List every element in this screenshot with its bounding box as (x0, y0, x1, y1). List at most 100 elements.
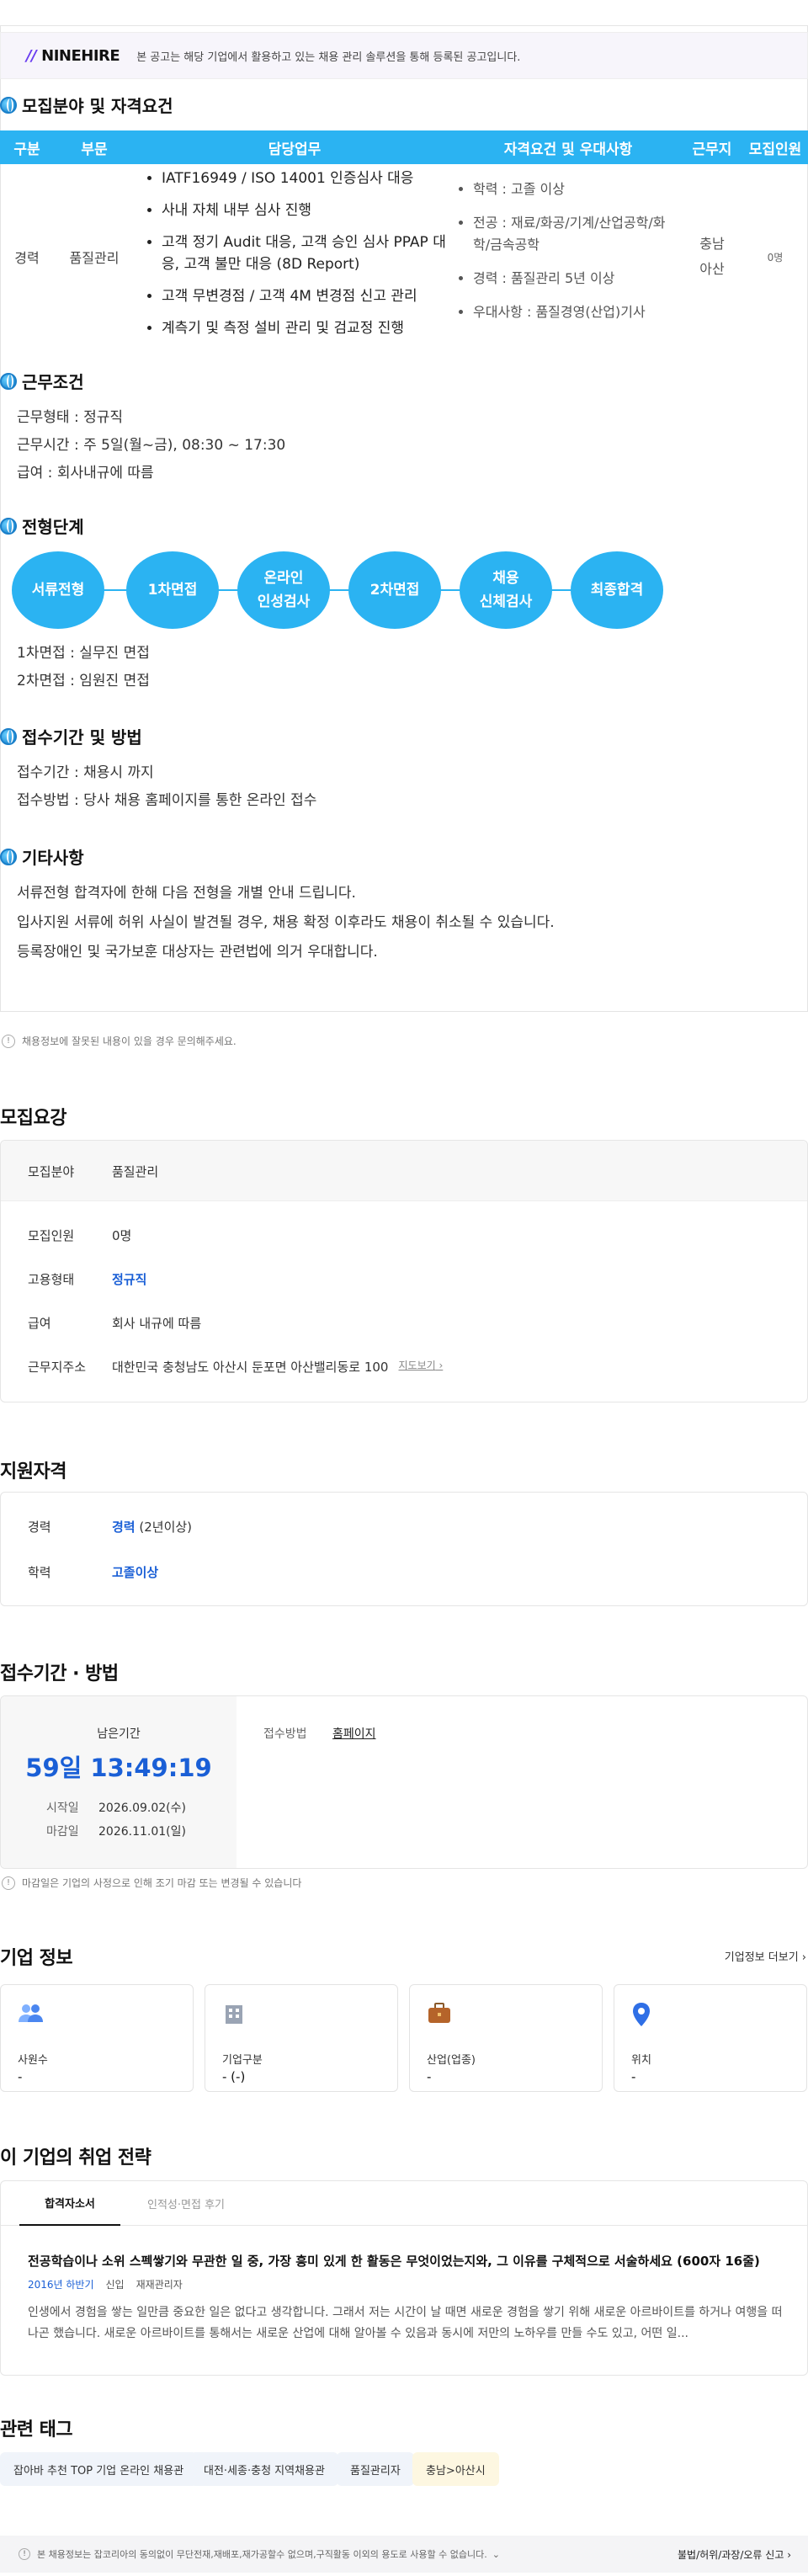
tab-cover-letter[interactable]: 합격자소서 (19, 2181, 120, 2226)
qual-item: 전공 : 재료/화공/기계/산업공학/화학/금속공학 (473, 212, 682, 256)
tag-item[interactable]: 대전·세종·충청 지역채용관 (190, 2452, 338, 2486)
info-icon: ! (2, 1876, 15, 1890)
company-card-industry: 산업(업종) - (409, 1984, 603, 2092)
table-row: 경력 품질관리 IATF16949 / ISO 14001 인증심사 대응 사내… (0, 164, 808, 349)
remain-timer: 59일 13:49:19 (25, 1754, 212, 1782)
th-duty: 담당업무 (135, 130, 454, 164)
qual-item: 학력 : 고졸 이상 (473, 178, 682, 200)
footer-bar: ! 본 채용정보는 잡코리아의 동의없이 무단전재,재배포,재가공할수 없으며,… (0, 2536, 808, 2573)
section-title-steps: 전형단계 (0, 514, 84, 538)
step-note: 2차면접 : 임원진 면접 (17, 673, 150, 689)
summary-row: 모집인원 0명 (28, 1228, 132, 1243)
cell-dept: 품질관리 (69, 250, 120, 266)
period-line: 접수기간 : 채용시 까지 (17, 764, 154, 781)
step-medical: 채용 신체검사 (460, 551, 552, 629)
condition-line: 급여 : 회사내규에 따름 (17, 465, 154, 482)
cell-quals: 학력 : 고졸 이상 전공 : 재료/화공/기계/산업공학/화학/금속공학 경력… (454, 164, 682, 349)
tags-title: 관련 태그 (0, 2419, 73, 2440)
cell-duties: IATF16949 / ISO 14001 인증심사 대응 사내 자체 내부 심… (135, 164, 454, 349)
tab-divider (1, 2225, 807, 2226)
th-dept: 부문 (54, 130, 135, 164)
duty-item: 계측기 및 측정 설비 관리 및 검교정 진행 (162, 317, 454, 339)
step-document: 서류전형 (12, 551, 104, 629)
cell-type: 경력 (14, 250, 40, 266)
footer-text: 본 채용정보는 잡코리아의 동의없이 무단전재,재배포,재가공할수 없으며,구직… (37, 2549, 487, 2560)
th-type: 구분 (0, 130, 54, 164)
strategy-question[interactable]: 전공학습이나 소위 스펙쌓기와 무관한 일 중, 가장 흥미 있게 한 활동은 … (28, 2252, 785, 2270)
method-row: 접수방법 홈페이지 (263, 1725, 376, 1742)
section-title-recruitment: 모집분야 및 자격요건 (0, 93, 173, 117)
homepage-link[interactable]: 홈페이지 (332, 1725, 376, 1742)
step-note: 1차면접 : 실무진 면접 (17, 645, 150, 662)
etc-line: 등록장애인 및 국가보훈 대상자는 관련법에 의거 우대합니다. (17, 944, 378, 961)
step-final: 최종합격 (571, 551, 663, 629)
section-title-etc: 기타사항 (0, 844, 84, 869)
info-icon: ! (2, 1034, 15, 1048)
qual-career-row: 경력 경력 (2년이상) (28, 1520, 193, 1535)
step-interview-2: 2차면접 (348, 551, 441, 629)
tab-interview-review[interactable]: 인적성·면접 후기 (127, 2181, 245, 2226)
strategy-body: 인생에서 경험을 쌓는 일만큼 중요한 일은 없다고 생각합니다. 그래서 저는… (28, 2306, 783, 2340)
duty-item: 고객 무변경점 / 고객 4M 변경점 신고 관리 (162, 285, 454, 307)
step-online-test: 온라인 인성검사 (237, 551, 330, 629)
summary-row: 급여 회사 내규에 따름 (28, 1316, 202, 1331)
end-row: 마감일 2026.11.01(일) (46, 1825, 186, 1839)
people-icon (19, 2004, 43, 2022)
strategy-meta: 2016년 하반기 신입 재재관리자 (28, 2279, 183, 2291)
period-title: 접수기간 · 방법 (0, 1663, 119, 1685)
summary-row: 고용형태 정규직 (28, 1272, 147, 1287)
banner-text: 본 공고는 해당 기업에서 활용하고 있는 채용 관리 솔루션을 통해 등록된 … (136, 51, 521, 64)
strategy-card: 합격자소서 인적성·면접 후기 전공학습이나 소위 스펙쌓기와 무관한 일 중,… (0, 2180, 808, 2376)
etc-line: 서류전형 합격자에 한해 다음 전형을 개별 안내 드립니다. (17, 885, 356, 902)
map-link[interactable]: 지도보기 › (398, 1358, 443, 1376)
briefcase-icon (428, 2003, 450, 2023)
period-card: 남은기간 59일 13:49:19 시작일 2026.09.02(수) 마감일 20… (0, 1695, 808, 1869)
qual-item: 경력 : 품질관리 5년 이상 (473, 268, 682, 290)
report-note: ! 채용정보에 잘못된 내용이 있을 경우 문의해주세요. (2, 1034, 237, 1048)
summary-row: 근무지주소 대한민국 충청남도 아산시 둔포면 아산밸리동로 100 지도보기 › (28, 1358, 444, 1376)
remain-label: 남은기간 (97, 1727, 141, 1741)
globe-icon (0, 727, 17, 745)
company-card-type: 기업구분 - (-) (205, 1984, 398, 2092)
tag-item[interactable]: 잡아바 추천 TOP 기업 온라인 채용관 (0, 2452, 198, 2486)
cell-location: 충남 아산 (699, 236, 725, 277)
strategy-title: 이 기업의 취업 전략 (0, 2148, 152, 2169)
duty-item: 사내 자체 내부 심사 진행 (162, 200, 454, 221)
period-list: 접수기간 : 채용시 까지 접수방법 : 당사 채용 홈페이지를 통한 온라인 … (17, 759, 316, 815)
globe-icon (0, 848, 17, 865)
step-interview-1: 1차면접 (126, 551, 219, 629)
company-title: 기업 정보 (0, 1948, 73, 1969)
building-icon (226, 2005, 242, 2024)
company-card-location: 위치 - (614, 1984, 807, 2092)
ninehire-logo: //NINEHIRE (26, 46, 120, 65)
tag-item[interactable]: 충남>아산시 (412, 2452, 499, 2486)
tag-item[interactable]: 품질관리자 (337, 2452, 414, 2486)
th-count: 모집인원 (742, 130, 808, 164)
section-title-conditions: 근무조건 (0, 369, 84, 393)
etc-list: 서류전형 합격자에 한해 다음 전형을 개별 안내 드립니다. 입사지원 서류에… (17, 879, 555, 967)
info-icon: ! (19, 2548, 30, 2560)
qualification-title: 지원자격 (0, 1461, 66, 1482)
duty-item: IATF16949 / ISO 14001 인증심사 대응 (162, 168, 454, 189)
company-more-link[interactable]: 기업정보 더보기 › (725, 1948, 806, 1964)
chevron-down-icon[interactable]: ⌄ (492, 2549, 500, 2560)
period-line: 접수방법 : 당사 채용 홈페이지를 통한 온라인 접수 (17, 792, 317, 809)
th-location: 근무지 (682, 130, 742, 164)
requirements-table: 구분 부문 담당업무 자격요건 및 우대사항 근무지 모집인원 경력 품질관리 … (0, 130, 808, 349)
summary-card: 모집분야 품질관리 모집인원 0명 고용형태 정규직 급여 회사 내규에 따름 근무지주… (0, 1140, 808, 1402)
start-row: 시작일 2026.09.02(수) (46, 1802, 186, 1815)
globe-icon (0, 372, 17, 390)
conditions-list: 근무형태 : 정규직 근무시간 : 주 5일(월~금), 08:30 ~ 17:… (17, 404, 285, 487)
company-card-employees: 사원수 - (0, 1984, 194, 2092)
qual-item: 우대사항 : 품질경영(산업)기사 (473, 301, 682, 323)
globe-icon (0, 517, 17, 535)
report-link[interactable]: 불법/허위/과장/오류 신고 › (678, 2547, 791, 2562)
deadline-note: ! 마감일은 기업의 사정으로 인해 조기 마감 또는 변경될 수 있습니다 (2, 1876, 301, 1890)
logo-mark-icon: // (26, 46, 37, 65)
location-pin-icon (633, 2003, 650, 2026)
cell-count: 0명 (767, 251, 784, 263)
etc-line: 입사지원 서류에 허위 사실이 발견될 경우, 채용 확정 이후라도 채용이 취… (17, 914, 555, 931)
qualification-card: 경력 경력 (2년이상) 학력 고졸이상 (0, 1492, 808, 1606)
steps-notes: 1차면접 : 실무진 면접 2차면접 : 임원진 면접 (17, 640, 150, 695)
section-title-period: 접수기간 및 방법 (0, 724, 142, 748)
